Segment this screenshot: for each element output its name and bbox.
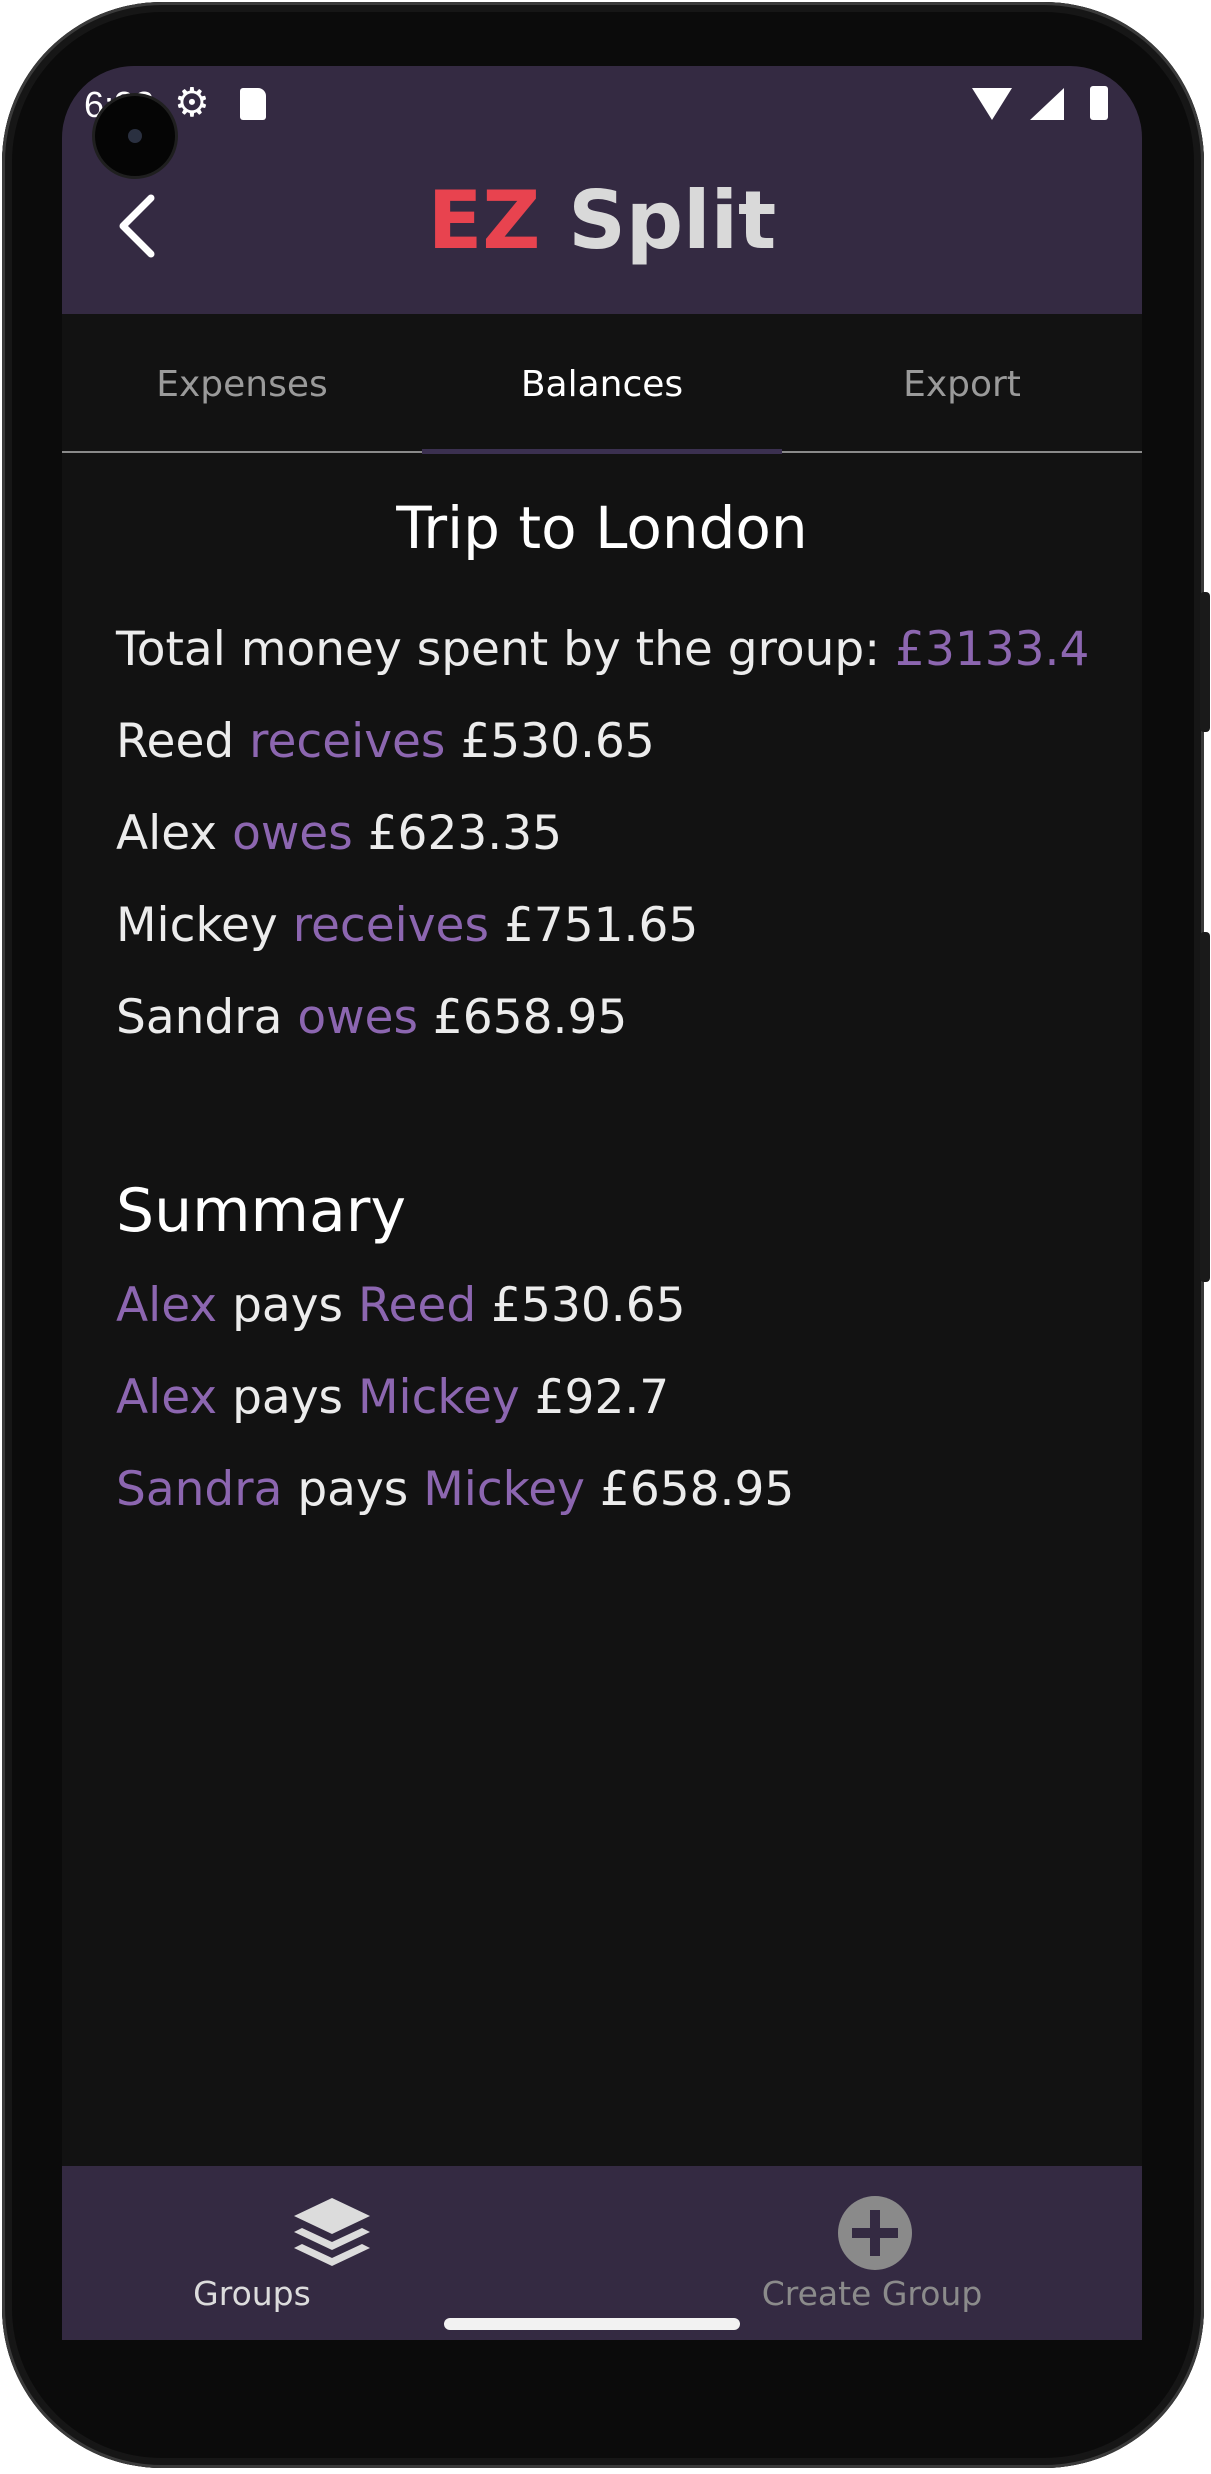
transfer-pays: pays [232, 1370, 344, 1425]
group-title: Trip to London [396, 494, 808, 562]
balance-verb: owes [232, 806, 353, 861]
balance-name: Alex [116, 806, 218, 861]
balance-row: Sandra owes £658.95 [116, 990, 627, 1045]
tab-bar: Expenses Balances Export [62, 314, 1142, 454]
tab-active-indicator [422, 449, 782, 454]
tab-expenses[interactable]: Expenses [62, 314, 422, 454]
nav-groups[interactable]: Groups [62, 2166, 602, 2340]
balance-amount: £658.95 [432, 990, 628, 1045]
total-spent-row: Total money spent by the group: £3133.4 [116, 622, 1089, 677]
transfer-from: Alex [116, 1370, 218, 1425]
transfer-pays: pays [232, 1278, 344, 1333]
nav-create-group-label: Create Group [761, 2274, 983, 2313]
total-spent-value: £3133.4 [895, 622, 1090, 677]
app-bar: 6:22 ⚙ EZ Split [62, 66, 1142, 314]
balance-row: Reed receives £530.65 [116, 714, 655, 769]
layers-icon [294, 2198, 370, 2266]
transfer-row: Alex pays Mickey £92.7 [116, 1370, 669, 1425]
battery-icon [1090, 86, 1108, 120]
home-indicator[interactable] [444, 2318, 740, 2330]
transfer-amount: £658.95 [599, 1462, 795, 1517]
app-title-suffix: Split [568, 174, 777, 267]
balance-verb: receives [249, 714, 446, 769]
transfer-row: Alex pays Reed £530.65 [116, 1278, 686, 1333]
balance-amount: £530.65 [460, 714, 655, 769]
power-button [1200, 592, 1210, 732]
status-bar: 6:22 ⚙ [62, 66, 1142, 136]
wifi-icon [972, 88, 1012, 120]
balance-amount: £623.35 [367, 806, 562, 861]
total-spent-label: Total money spent by the group: [116, 622, 896, 677]
summary-title: Summary [116, 1176, 406, 1246]
balance-amount: £751.65 [503, 898, 699, 953]
balance-row: Mickey receives £751.65 [116, 898, 698, 953]
gear-icon: ⚙ [174, 80, 210, 126]
balance-row: Alex owes £623.35 [116, 806, 562, 861]
transfer-from: Sandra [116, 1462, 283, 1517]
bottom-navigation: Groups Create Group [62, 2166, 1142, 2340]
sd-card-icon [240, 88, 266, 120]
transfer-amount: £92.7 [534, 1370, 670, 1425]
transfer-to: Mickey [423, 1462, 585, 1517]
app-title: EZ Split [62, 174, 1142, 267]
front-camera [95, 96, 175, 176]
add-circle-icon[interactable] [838, 2196, 912, 2270]
phone-frame: 6:22 ⚙ EZ Split Expenses Balances Expor [2, 2, 1210, 2468]
nav-groups-label: Groups [193, 2274, 311, 2313]
balance-name: Mickey [116, 898, 278, 953]
volume-button [1200, 932, 1210, 1282]
app-title-prefix: EZ [427, 174, 541, 267]
transfer-to: Reed [357, 1278, 477, 1333]
balance-name: Reed [116, 714, 235, 769]
transfer-pays: pays [297, 1462, 409, 1517]
app-screen: 6:22 ⚙ EZ Split Expenses Balances Expor [62, 66, 1142, 2340]
balance-name: Sandra [116, 990, 283, 1045]
balance-verb: owes [297, 990, 418, 1045]
tab-balances[interactable]: Balances [422, 314, 782, 454]
balance-verb: receives [292, 898, 489, 953]
signal-icon [1030, 88, 1064, 120]
transfer-from: Alex [116, 1278, 218, 1333]
transfer-amount: £530.65 [491, 1278, 686, 1333]
transfer-row: Sandra pays Mickey £658.95 [116, 1462, 794, 1517]
tab-export[interactable]: Export [782, 314, 1142, 454]
transfer-to: Mickey [357, 1370, 520, 1425]
